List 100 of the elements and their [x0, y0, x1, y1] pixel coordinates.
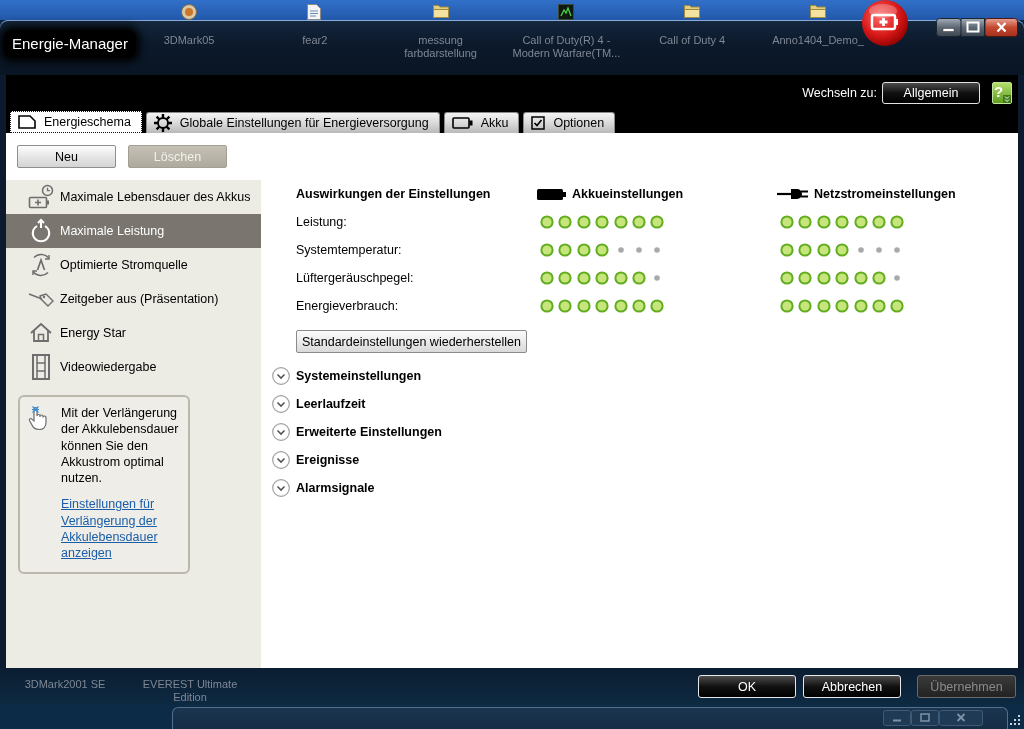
plug-icon: [777, 188, 808, 200]
filled-dot-icon: [835, 299, 850, 313]
filled-dot-icon: [613, 271, 628, 285]
desktop-icon-label: Call of Duty 4: [659, 34, 726, 47]
filled-dot-icon: [816, 215, 831, 229]
folder-icon[interactable]: [684, 4, 701, 18]
filled-dot-icon: [798, 299, 813, 313]
filled-dot-icon: [798, 271, 813, 285]
filled-dot-icon: [558, 299, 573, 313]
filled-dot-icon: [890, 299, 905, 313]
section-toggle[interactable]: Systemeinstellungen: [272, 362, 422, 390]
desktop-icon-label: fear2: [302, 34, 328, 47]
sidebar-item[interactable]: Optimierte Stromquelle: [6, 248, 261, 282]
filled-dot-icon: [558, 215, 573, 229]
filled-dot-icon: [798, 243, 813, 257]
filled-dot-icon: [780, 271, 794, 285]
switch-view-button[interactable]: Allgemein: [882, 82, 980, 104]
sidebar-item[interactable]: Maximale Lebensdauer des Akkus: [6, 180, 261, 214]
sidebar-item[interactable]: Videowiedergabe: [6, 350, 261, 384]
filled-dot-icon: [853, 299, 868, 313]
filled-dot-icon: [576, 271, 591, 285]
sidebar-item[interactable]: Maximale Leistung: [6, 214, 261, 248]
resize-grip-icon[interactable]: [1010, 715, 1020, 725]
filled-dot-icon: [540, 243, 554, 257]
settings-link[interactable]: Einstellungen für Verlängerung der Akkulebensdauer anzeigen: [61, 496, 184, 562]
filled-dot-icon: [595, 243, 610, 257]
empty-dot-icon: [654, 247, 661, 253]
filled-dot-icon: [631, 215, 646, 229]
filled-dot-icon: [576, 243, 591, 257]
checkbox-icon: [531, 116, 546, 130]
row-label: Leistung:: [296, 215, 347, 229]
filled-dot-icon: [780, 215, 794, 229]
toolbar-button[interactable]: Neu: [17, 145, 116, 168]
window-title: Energie-Manager: [4, 30, 136, 58]
tab[interactable]: Energieschema: [10, 111, 142, 133]
filled-dot-icon: [853, 271, 868, 285]
filled-dot-icon: [816, 299, 831, 313]
folder-icon[interactable]: [432, 4, 449, 18]
battery-clock-icon: [28, 184, 54, 210]
empty-dot-icon: [617, 247, 624, 253]
column-heading: Akkueinstellungen: [572, 187, 684, 201]
filled-dot-icon: [871, 299, 886, 313]
filled-dot-icon: [595, 215, 610, 229]
chevron-down-icon: [272, 451, 290, 469]
filled-dot-icon: [871, 271, 886, 285]
folder-icon[interactable]: [810, 4, 826, 18]
filled-dot-icon: [540, 215, 554, 229]
filled-dot-icon: [871, 215, 886, 229]
section-heading: Auswirkungen der Einstellungen: [296, 187, 491, 201]
filled-dot-icon: [558, 271, 573, 285]
empty-dot-icon: [635, 247, 642, 253]
chevron-down-icon: [272, 479, 290, 497]
empty-dot-icon: [894, 247, 901, 253]
document-icon[interactable]: [306, 4, 321, 20]
filled-dot-icon: [576, 299, 591, 313]
filled-dot-icon: [816, 243, 831, 257]
filled-dot-icon: [650, 215, 665, 229]
sidebar-item[interactable]: Energy Star: [6, 316, 261, 350]
desktop-icon-label: messung farbdarstellung: [403, 34, 478, 60]
filled-dot-icon: [613, 299, 628, 313]
filled-dot-icon: [595, 299, 610, 313]
battery-icon: [451, 117, 473, 129]
row-label: Lüftergeräuschpegel:: [296, 271, 414, 285]
empty-dot-icon: [875, 247, 882, 253]
hand-icon: [28, 405, 50, 431]
desktop-icon-label: 3DMark05: [163, 34, 215, 47]
filled-dot-icon: [780, 243, 794, 257]
column-heading: Netzstromeinstellungen: [814, 187, 956, 201]
chevron-down-icon: [272, 395, 290, 413]
sidebar-item[interactable]: Zeitgeber aus (Präsentation): [6, 282, 261, 316]
desktop-icon-label: EVEREST Ultimate Edition: [141, 678, 239, 704]
battery-badge-icon: [862, 0, 908, 46]
reset-button[interactable]: Standardeinstellungen wiederherstellen: [296, 330, 527, 353]
double-chevron-icon: [1003, 95, 1011, 103]
row-label: Systemtemperatur:: [296, 243, 402, 257]
filled-dot-icon: [890, 215, 905, 229]
section-toggle[interactable]: Leerlaufzeit: [272, 390, 366, 418]
tab[interactable]: Globale Einstellungen für Energieversorgung: [145, 112, 440, 133]
tab[interactable]: Akku: [443, 112, 520, 133]
empty-dot-icon: [654, 275, 661, 281]
filled-dot-icon: [613, 215, 628, 229]
filled-dot-icon: [650, 299, 665, 313]
filled-dot-icon: [816, 271, 831, 285]
section-toggle[interactable]: Erweiterte Einstellungen: [272, 418, 442, 446]
tab[interactable]: Optionen: [523, 112, 616, 133]
row-label: Energieverbrauch:: [296, 299, 399, 313]
filled-dot-icon: [835, 215, 850, 229]
desktop-icon-label: 3DMark2001 SE: [24, 678, 106, 691]
close-button[interactable]: [985, 18, 1018, 37]
section-toggle[interactable]: Ereignisse: [272, 446, 360, 474]
maximize-button[interactable]: [961, 18, 985, 37]
filled-dot-icon: [576, 215, 591, 229]
section-toggle[interactable]: Alarmsignale: [272, 474, 375, 502]
filled-dot-icon: [835, 271, 850, 285]
app-tile-icon[interactable]: [558, 4, 575, 20]
disc-icon[interactable]: [181, 4, 197, 20]
minimize-button[interactable]: [936, 18, 961, 37]
chevron-down-icon: [272, 367, 290, 385]
filled-dot-icon: [540, 299, 554, 313]
filled-dot-icon: [595, 271, 610, 285]
